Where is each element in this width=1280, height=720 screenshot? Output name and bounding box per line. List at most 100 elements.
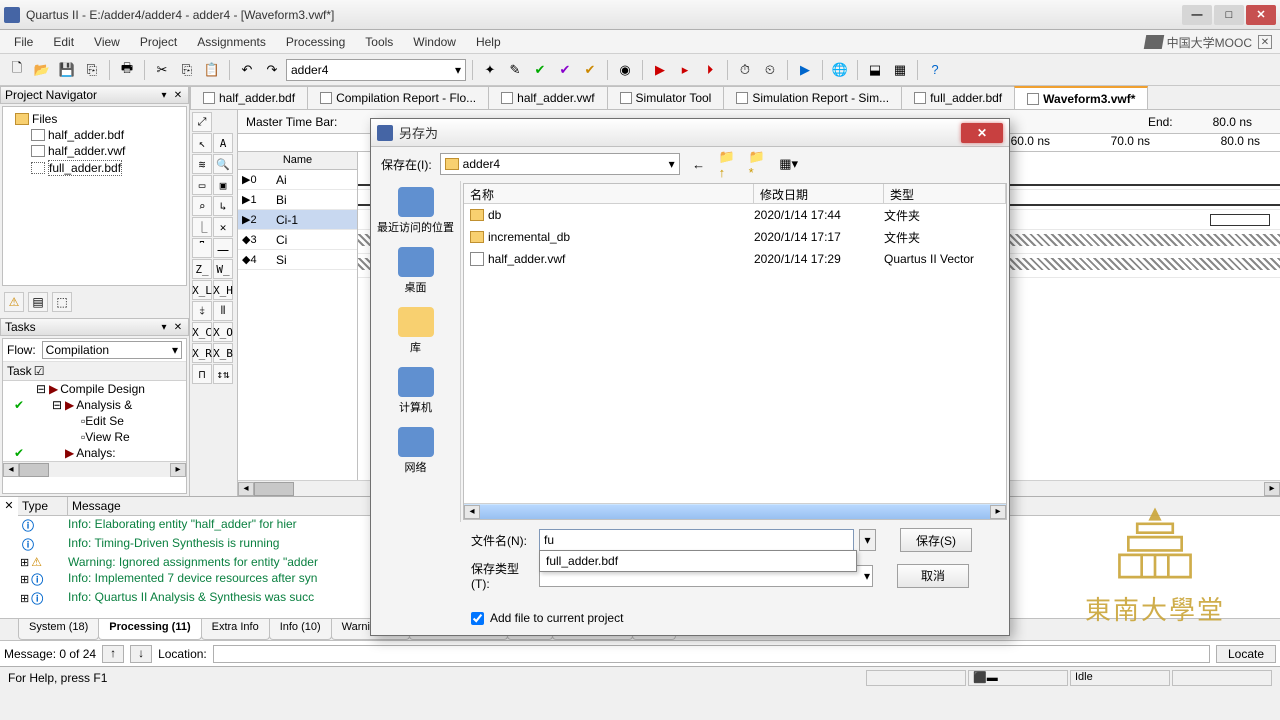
tab-compilation-report[interactable]: Compilation Report - Flo... [307, 86, 489, 109]
select-icon[interactable]: ▭ [192, 175, 212, 195]
full-icon[interactable]: ▣ [213, 175, 233, 195]
cut-icon[interactable]: ✂ [151, 59, 173, 81]
tab-full-adder-bdf[interactable]: full_adder.bdf [901, 86, 1015, 109]
mid-icon[interactable]: ⎼ [213, 238, 233, 258]
tab-half-adder-bdf[interactable]: half_adder.bdf [190, 86, 308, 109]
place-network[interactable]: 网络 [398, 427, 434, 475]
stop-icon[interactable]: ◉ [614, 59, 636, 81]
back-icon[interactable]: ← [688, 153, 710, 175]
redo-icon[interactable]: ↷ [261, 59, 283, 81]
check-green-icon[interactable]: ✔ [529, 59, 551, 81]
savein-combo[interactable]: adder4▾ [440, 153, 680, 175]
panel-pin-icon[interactable]: ▾ [158, 89, 170, 101]
del-icon[interactable]: ✕ [213, 217, 233, 237]
maximize-button[interactable]: □ [1214, 5, 1244, 25]
tab-waveform3[interactable]: Waveform3.vwf* [1014, 86, 1148, 109]
msgtab-info[interactable]: Info (10) [269, 619, 332, 640]
tree-item[interactable]: half_adder.vwf [7, 143, 182, 159]
w-icon[interactable]: W̲ [213, 259, 233, 279]
doc-close-icon[interactable]: ✕ [1258, 35, 1272, 49]
text-icon[interactable]: A [213, 133, 233, 153]
task-row[interactable]: ✔⊟▶Analysis & [3, 397, 186, 413]
tab-simulator-tool[interactable]: Simulator Tool [607, 86, 725, 109]
task-row[interactable]: ⊟▶Compile Design [3, 381, 186, 397]
project-tree[interactable]: Files half_adder.bdf half_adder.vwf full… [2, 106, 187, 286]
entity-combo[interactable]: adder4▾ [286, 59, 466, 81]
globe-icon[interactable]: 🌐 [829, 59, 851, 81]
menu-file[interactable]: File [6, 32, 41, 52]
xb-icon[interactable]: X̲B [213, 343, 233, 363]
timer1-icon[interactable]: ⏱ [734, 59, 756, 81]
run-icon[interactable]: ▶ [794, 59, 816, 81]
tree-item-selected[interactable]: full_adder.bdf [7, 159, 182, 177]
cursor-icon[interactable]: ↖ [192, 133, 212, 153]
undo-icon[interactable]: ↶ [236, 59, 258, 81]
tasks-scrollbar[interactable]: ◂▸ [3, 461, 186, 477]
place-libraries[interactable]: 库 [398, 307, 434, 355]
col-name[interactable]: 名称 [464, 184, 754, 203]
paste-icon[interactable]: 📋 [201, 59, 223, 81]
xh-icon[interactable]: X̲H [213, 280, 233, 300]
msgtab-system[interactable]: System (18) [18, 619, 99, 640]
task-row[interactable]: ✔▶Analys: [3, 445, 186, 461]
bus-icon[interactable]: ⦀ [213, 301, 233, 321]
close-button[interactable]: ✕ [1246, 5, 1276, 25]
filename-input[interactable] [539, 529, 854, 551]
filename-autocomplete[interactable]: full_adder.bdf [539, 550, 857, 572]
chip-icon[interactable]: ⬓ [864, 59, 886, 81]
z-icon[interactable]: Z̲ [192, 259, 212, 279]
msgtab-processing[interactable]: Processing (11) [98, 619, 201, 640]
wave-icon[interactable]: ≋ [192, 154, 212, 174]
zoom-icon[interactable]: 🔍 [213, 154, 233, 174]
menu-processing[interactable]: Processing [278, 32, 353, 52]
xc-icon[interactable]: X̲C [192, 322, 212, 342]
menu-assignments[interactable]: Assignments [189, 32, 274, 52]
cancel-button[interactable]: 取消 [897, 564, 969, 588]
menu-edit[interactable]: Edit [45, 32, 82, 52]
files-tab-icon[interactable]: ▤ [28, 292, 48, 312]
task-row[interactable]: ▫ Edit Se [3, 413, 186, 429]
panel-close-icon[interactable]: ✕ [172, 89, 184, 101]
panel-close-icon[interactable]: ✕ [172, 321, 184, 333]
low-icon[interactable]: ⎿ [192, 217, 212, 237]
new-icon[interactable]: 🗋 [6, 59, 28, 81]
find-icon[interactable]: ⌕ [192, 196, 212, 216]
place-computer[interactable]: 计算机 [398, 367, 434, 415]
task-row[interactable]: ▫ View Re [3, 429, 186, 445]
menu-tools[interactable]: Tools [357, 32, 401, 52]
signal-row-selected[interactable]: ▶2Ci-1 [238, 210, 357, 230]
signal-row[interactable]: ◆3Ci [238, 230, 357, 250]
viewmenu-icon[interactable]: ▦▾ [778, 153, 800, 175]
signal-row[interactable]: ◆4Si [238, 250, 357, 270]
device-icon[interactable]: ▦ [889, 59, 911, 81]
menu-help[interactable]: Help [468, 32, 509, 52]
col-date[interactable]: 修改日期 [754, 184, 884, 203]
timer2-icon[interactable]: ⏲ [759, 59, 781, 81]
col-type[interactable]: 类型 [884, 184, 1006, 203]
minimize-button[interactable]: — [1182, 5, 1212, 25]
file-list[interactable]: 名称 修改日期 类型 db2020/1/14 17:44文件夹 incremen… [463, 183, 1007, 520]
play-icon[interactable]: ▶ [649, 59, 671, 81]
check-purple-icon[interactable]: ✔ [554, 59, 576, 81]
signal-row[interactable]: ▶0Ai [238, 170, 357, 190]
zoom-fit-icon[interactable]: ⤢ [192, 112, 212, 132]
sort-icon[interactable]: ↕⇅ [213, 364, 233, 384]
panel-pin-icon[interactable]: ▾ [158, 321, 170, 333]
open-icon[interactable]: 📂 [31, 59, 53, 81]
xl-icon[interactable]: X̲L [192, 280, 212, 300]
design-tab-icon[interactable]: ⬚ [52, 292, 72, 312]
tab-half-adder-vwf[interactable]: half_adder.vwf [488, 86, 607, 109]
file-row[interactable]: db2020/1/14 17:44文件夹 [464, 204, 1006, 226]
play2-icon[interactable]: ▸ [674, 59, 696, 81]
file-row[interactable]: incremental_db2020/1/14 17:17文件夹 [464, 226, 1006, 248]
file-scrollbar[interactable]: ◂▸ [464, 503, 1006, 519]
locate-button[interactable]: Locate [1216, 645, 1276, 663]
xo-icon[interactable]: X̲O [213, 322, 233, 342]
up-icon[interactable]: 📁↑ [718, 153, 740, 175]
save-icon[interactable]: 💾 [56, 59, 78, 81]
next-icon[interactable]: ↳ [213, 196, 233, 216]
help-icon[interactable]: ? [924, 59, 946, 81]
pencil-icon[interactable]: ✎ [504, 59, 526, 81]
tree-root[interactable]: Files [7, 111, 182, 127]
messages-close-icon[interactable]: ✕ [2, 499, 16, 513]
